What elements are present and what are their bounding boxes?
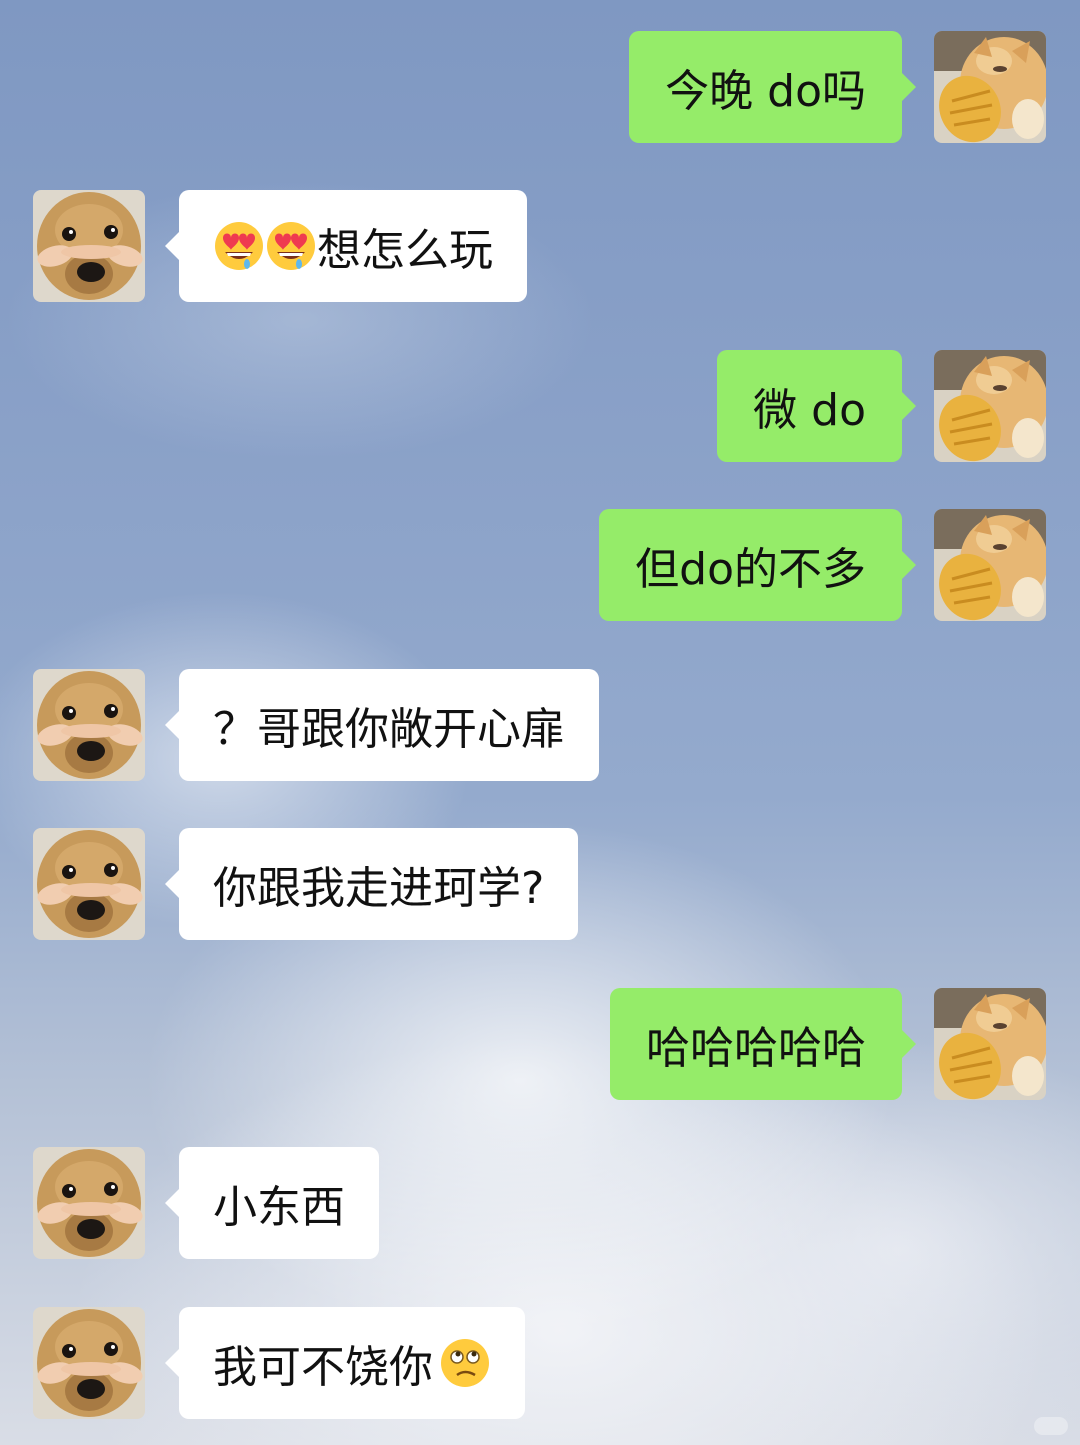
message-text: 微 do bbox=[753, 385, 866, 436]
message-bubble-incoming[interactable]: ？哥跟你敞开心扉 bbox=[165, 669, 599, 781]
message-row-incoming: 我可不饶你 bbox=[0, 1307, 1080, 1420]
message-bubble-incoming[interactable]: 想怎么玩 bbox=[165, 190, 527, 302]
message-row-outgoing: 哈哈哈哈哈 bbox=[0, 988, 1080, 1101]
message-text: 想怎么玩 bbox=[317, 225, 493, 276]
message-bubble-incoming[interactable]: 我可不饶你 bbox=[165, 1307, 525, 1419]
cat-avatar[interactable] bbox=[934, 31, 1046, 143]
heart-eyes-emoji-icon bbox=[213, 220, 265, 272]
message-row-outgoing: 今晚 do吗 bbox=[0, 31, 1080, 144]
message-row-incoming: 你跟我走进珂学? bbox=[0, 828, 1080, 941]
cat-avatar[interactable] bbox=[934, 509, 1046, 621]
message-row-outgoing: 微 do bbox=[0, 350, 1080, 463]
confused-face-emoji-icon bbox=[439, 1337, 491, 1389]
message-row-incoming: 小东西 bbox=[0, 1147, 1080, 1260]
message-bubble-incoming[interactable]: 小东西 bbox=[165, 1147, 379, 1259]
dog-avatar[interactable] bbox=[33, 828, 145, 940]
message-text: 小东西 bbox=[213, 1182, 345, 1233]
cat-avatar[interactable] bbox=[934, 988, 1046, 1100]
message-bubble-outgoing[interactable]: 但do的不多 bbox=[599, 509, 916, 621]
message-row-incoming: 想怎么玩 bbox=[0, 190, 1080, 303]
message-bubble-incoming[interactable]: 你跟我走进珂学? bbox=[164, 828, 579, 940]
dog-avatar[interactable] bbox=[33, 669, 145, 781]
message-text: 你跟我走进珂学? bbox=[213, 863, 545, 914]
cat-avatar[interactable] bbox=[934, 350, 1046, 462]
dog-avatar[interactable] bbox=[33, 1307, 145, 1419]
heart-eyes-emoji-icon bbox=[265, 220, 317, 272]
message-bubble-outgoing[interactable]: 哈哈哈哈哈 bbox=[610, 988, 916, 1100]
message-text: 今晚 do吗 bbox=[665, 66, 866, 117]
message-text: 我可不饶你 bbox=[213, 1342, 433, 1393]
message-bubble-outgoing[interactable]: 今晚 do吗 bbox=[629, 31, 916, 143]
message-row-incoming: ？哥跟你敞开心扉 bbox=[0, 669, 1080, 782]
message-text: 哈哈哈哈哈 bbox=[646, 1023, 866, 1074]
dog-avatar[interactable] bbox=[33, 1147, 145, 1259]
watermark bbox=[1034, 1417, 1068, 1435]
chat-window: 今晚 do吗 想怎么玩 微 do 但do的不多 ？哥跟你敞开心扉 你跟我走进珂学… bbox=[0, 0, 1080, 1445]
message-bubble-outgoing[interactable]: 微 do bbox=[717, 350, 916, 462]
message-row-outgoing: 但do的不多 bbox=[0, 509, 1080, 622]
dog-avatar[interactable] bbox=[33, 190, 145, 302]
message-text: 但do的不多 bbox=[635, 544, 866, 595]
message-text: ？哥跟你敞开心扉 bbox=[213, 704, 565, 755]
